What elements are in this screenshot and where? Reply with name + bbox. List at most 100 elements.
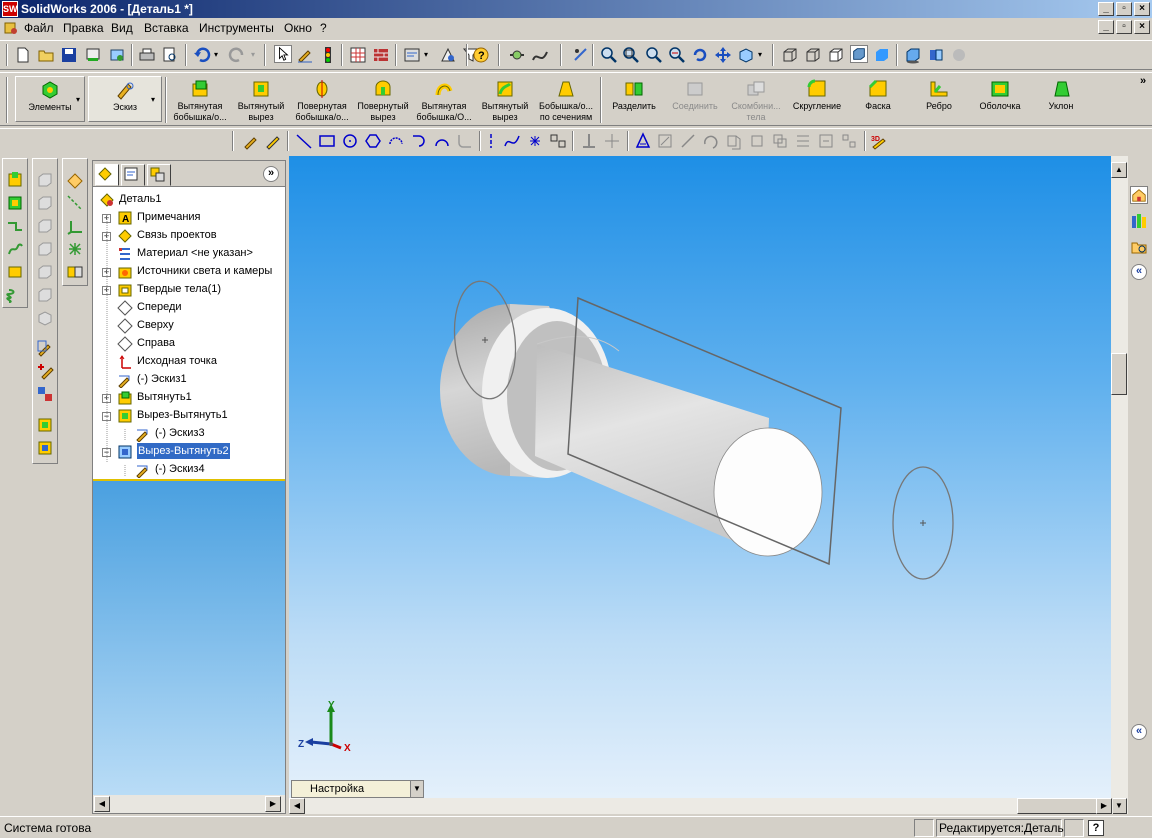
reference-point-icon[interactable] bbox=[66, 240, 84, 258]
close-button[interactable]: × bbox=[1134, 2, 1150, 16]
tangent-arc-icon[interactable] bbox=[410, 132, 428, 150]
save-icon[interactable] bbox=[60, 46, 78, 64]
view-top-icon[interactable] bbox=[36, 263, 54, 281]
menu-edit[interactable]: Правка bbox=[63, 21, 104, 35]
scroll-up-icon[interactable]: ▲ bbox=[1111, 162, 1127, 178]
mirror-entities-icon[interactable] bbox=[634, 132, 652, 150]
shell-button[interactable]: Оболочка bbox=[968, 77, 1032, 125]
scroll-down-icon[interactable]: ▼ bbox=[1111, 798, 1127, 814]
offset-entities-icon[interactable] bbox=[656, 132, 674, 150]
circle-icon[interactable] bbox=[341, 132, 359, 150]
chamfer-button[interactable]: Фаска bbox=[846, 77, 910, 125]
helix-icon[interactable] bbox=[6, 240, 24, 258]
expand-icon[interactable]: + bbox=[102, 286, 111, 295]
polygon-icon[interactable] bbox=[364, 132, 382, 150]
new-icon[interactable] bbox=[14, 46, 32, 64]
view-right-icon[interactable] bbox=[36, 240, 54, 258]
collapse-panel-button[interactable]: » bbox=[263, 166, 279, 182]
print-preview-icon[interactable] bbox=[84, 46, 102, 64]
sketch-dropdown-icon[interactable]: ▾ bbox=[151, 95, 155, 104]
home-icon[interactable] bbox=[1130, 186, 1148, 204]
shaft-cylinder[interactable] bbox=[535, 335, 823, 557]
sketch-fillet-icon[interactable] bbox=[456, 132, 474, 150]
quick-tips-help-icon[interactable]: ? bbox=[1088, 820, 1104, 836]
expand-icon[interactable]: + bbox=[102, 394, 111, 403]
scroll-left-icon[interactable]: ◀ bbox=[94, 796, 110, 812]
view-back-icon[interactable] bbox=[36, 194, 54, 212]
axis-icon[interactable] bbox=[66, 194, 84, 212]
centerpoint-arc-icon[interactable] bbox=[387, 132, 405, 150]
extruded-boss-button[interactable]: Вытянутая бобышка/о... bbox=[168, 77, 232, 125]
scroll-right-icon[interactable]: ▶ bbox=[265, 796, 281, 812]
expand-icon[interactable]: + bbox=[102, 214, 111, 223]
doc-restore-button[interactable]: ▫ bbox=[1116, 20, 1132, 34]
cut-feature-icon[interactable] bbox=[6, 194, 24, 212]
plane-icon[interactable] bbox=[66, 171, 84, 189]
fillet-button[interactable]: Скругление bbox=[785, 77, 849, 125]
rib-button[interactable]: Ребро bbox=[907, 77, 971, 125]
zoom-in-out-icon[interactable] bbox=[645, 46, 663, 64]
extend-icon[interactable] bbox=[702, 132, 720, 150]
configuration-dropdown-icon[interactable]: ▼ bbox=[410, 781, 423, 797]
boss-feature-icon[interactable] bbox=[6, 171, 24, 189]
undo-dropdown-icon[interactable]: ▾ bbox=[214, 50, 218, 59]
collapse-icon[interactable]: − bbox=[102, 412, 111, 421]
smart-dimension-icon[interactable] bbox=[264, 132, 282, 150]
scroll-left-icon[interactable]: ◀ bbox=[289, 798, 305, 814]
shaded-icon[interactable] bbox=[873, 46, 891, 64]
expand-task-pane-bottom-button[interactable]: « bbox=[1131, 724, 1147, 740]
shaded-with-edges-icon[interactable] bbox=[850, 45, 868, 63]
view-front-icon[interactable] bbox=[36, 171, 54, 189]
swept-cut-button[interactable]: Вытянутый вырез bbox=[473, 77, 537, 125]
options-dropdown-icon[interactable]: ▾ bbox=[424, 50, 428, 59]
display-relations-icon[interactable] bbox=[603, 132, 621, 150]
tab-property-manager[interactable] bbox=[121, 164, 145, 186]
loft-boss-button[interactable]: Бобышка/о... по сечениям bbox=[534, 77, 598, 125]
three-point-arc-icon[interactable] bbox=[433, 132, 451, 150]
view-left-icon[interactable] bbox=[36, 217, 54, 235]
document-part-icon[interactable] bbox=[3, 20, 19, 36]
hidden-lines-removed-icon[interactable] bbox=[827, 46, 845, 64]
scroll-right-icon[interactable]: ▶ bbox=[1096, 798, 1112, 814]
expand-icon[interactable]: + bbox=[102, 232, 111, 241]
traffic-light-icon[interactable] bbox=[319, 46, 337, 64]
horizontal-scroll-thumb[interactable] bbox=[1017, 798, 1097, 814]
viewport-horizontal-scrollbar[interactable]: ◀ ▶ bbox=[289, 798, 1113, 814]
menu-window[interactable]: Окно bbox=[284, 21, 312, 35]
swept-boss-button[interactable]: Вытянутая бобышка/О... bbox=[412, 77, 476, 125]
mate-reference-icon[interactable] bbox=[66, 263, 84, 281]
centerline-icon[interactable] bbox=[482, 132, 500, 150]
view-orientation-icon[interactable] bbox=[737, 46, 755, 64]
rectangle-icon[interactable] bbox=[318, 132, 336, 150]
view-iso-icon[interactable] bbox=[36, 309, 54, 327]
sketch-relations-icon[interactable] bbox=[572, 46, 590, 64]
zoom-area-icon[interactable] bbox=[622, 46, 640, 64]
feature-library-2-icon[interactable] bbox=[36, 439, 54, 457]
solid-feature-icon[interactable] bbox=[6, 263, 24, 281]
move-entities-icon[interactable] bbox=[748, 132, 766, 150]
wireframe-icon[interactable] bbox=[781, 46, 799, 64]
reference-geometry-icon[interactable] bbox=[508, 46, 526, 64]
sketch-text-icon[interactable] bbox=[549, 132, 567, 150]
point-icon[interactable] bbox=[526, 132, 544, 150]
revolved-boss-button[interactable]: Повернутая бобышка/о... bbox=[290, 77, 354, 125]
grid-icon[interactable] bbox=[349, 46, 367, 64]
shadows-icon[interactable] bbox=[904, 46, 922, 64]
menu-help[interactable]: ? bbox=[320, 21, 327, 35]
3d-sketch-icon[interactable]: 3D bbox=[870, 132, 888, 150]
draft-button[interactable]: Уклон bbox=[1029, 77, 1093, 125]
rotate-view-icon[interactable] bbox=[691, 46, 709, 64]
features-dropdown-icon[interactable]: ▾ bbox=[76, 95, 80, 104]
trim-icon[interactable] bbox=[679, 132, 697, 150]
collapse-icon[interactable]: − bbox=[102, 448, 111, 457]
edit-sketch-icon[interactable] bbox=[296, 46, 314, 64]
sketch-circle-right[interactable] bbox=[892, 466, 954, 580]
curves-icon[interactable] bbox=[531, 46, 549, 64]
zoom-fit-icon[interactable] bbox=[600, 46, 618, 64]
menu-file[interactable]: Файл bbox=[24, 21, 54, 35]
tab-feature-manager[interactable] bbox=[95, 164, 119, 186]
hidden-lines-visible-icon[interactable] bbox=[804, 46, 822, 64]
features-tab-button[interactable]: Элементы bbox=[15, 76, 85, 122]
view-bottom-icon[interactable] bbox=[36, 286, 54, 304]
coordinate-system-icon[interactable] bbox=[66, 217, 84, 235]
